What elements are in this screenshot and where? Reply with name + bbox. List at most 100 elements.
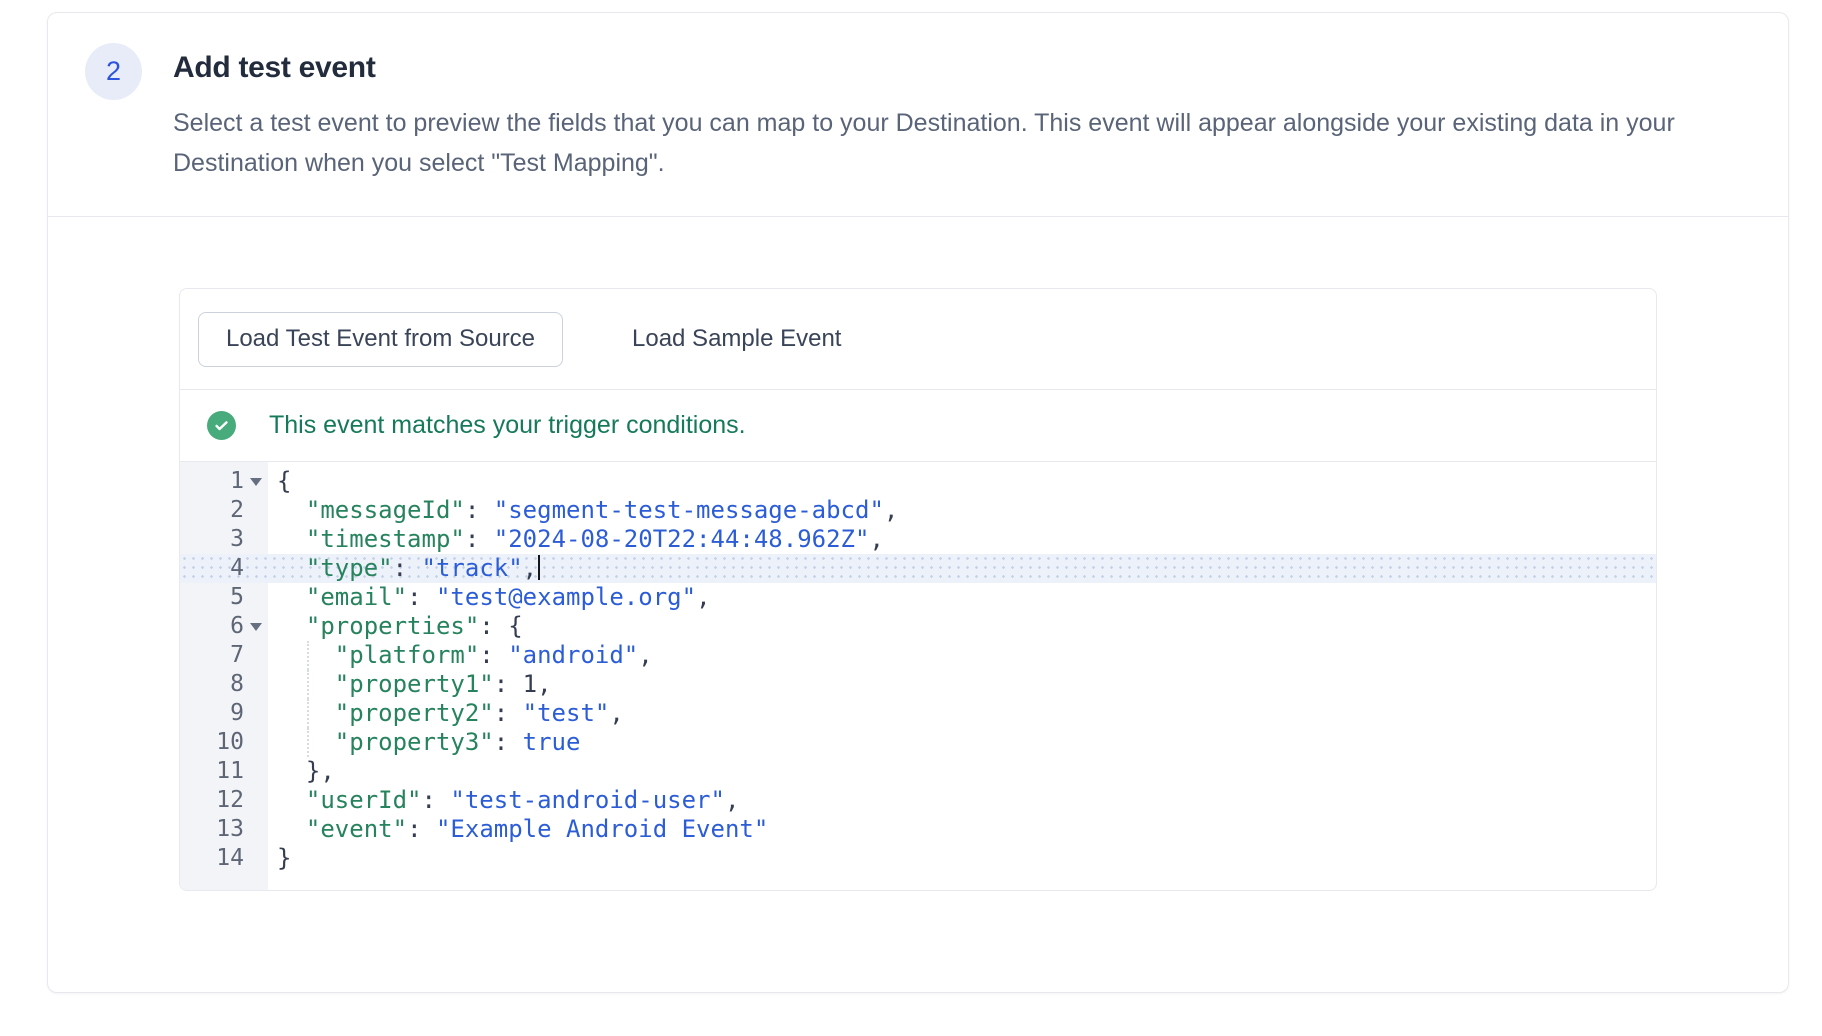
fold-cell: [244, 583, 268, 612]
code-token: "event": [306, 815, 407, 843]
code-token: ,: [725, 786, 739, 814]
step-header: 2 Add test event Select a test event to …: [48, 13, 1788, 216]
code-token: :: [494, 670, 523, 698]
code-token: "properties": [306, 612, 479, 640]
code-token: "2024-08-20T22:44:48.962Z": [494, 525, 870, 553]
code-token: }: [277, 844, 291, 872]
code-token: },: [277, 757, 335, 785]
code-line-content: "event": "Example Android Event": [268, 815, 768, 844]
code-token: ,: [884, 496, 898, 524]
step-number: 2: [106, 56, 121, 87]
code-token: :: [494, 728, 523, 756]
code-token: :: [465, 525, 494, 553]
code-line[interactable]: 2 "messageId": "segment-test-message-abc…: [180, 496, 1656, 525]
header-divider: [48, 216, 1788, 217]
fold-cell: [244, 757, 268, 786]
code-token: ,: [523, 554, 537, 582]
code-token: [277, 554, 306, 582]
code-line-content: "property3": true: [268, 728, 580, 757]
code-token: [277, 583, 306, 611]
code-line[interactable]: 14}: [180, 844, 1656, 873]
code-token: {: [277, 467, 291, 495]
code-token: "timestamp": [306, 525, 465, 553]
code-token: 1: [523, 670, 537, 698]
page-title: Add test event: [173, 51, 376, 85]
test-event-panel: Load Test Event from Source Load Sample …: [179, 288, 1657, 891]
code-token: [277, 670, 335, 698]
code-line[interactable]: 1{: [180, 467, 1656, 496]
code-line-content: "userId": "test-android-user",: [268, 786, 739, 815]
fold-arrow-icon[interactable]: [250, 478, 262, 486]
line-number: 9: [180, 699, 244, 728]
code-token: [277, 699, 335, 727]
code-token: [277, 815, 306, 843]
code-line[interactable]: 8 "property1": 1,: [180, 670, 1656, 699]
code-line-content: "type": "track",: [268, 554, 540, 583]
code-token: :: [479, 641, 508, 669]
code-editor[interactable]: 1{2 "messageId": "segment-test-message-a…: [180, 462, 1656, 890]
fold-cell: [244, 467, 268, 496]
code-token: "track": [422, 554, 523, 582]
step-number-badge: 2: [85, 43, 142, 100]
code-token: "android": [508, 641, 638, 669]
code-line-content: "timestamp": "2024-08-20T22:44:48.962Z",: [268, 525, 884, 554]
code-line[interactable]: 4 "type": "track",: [180, 554, 1656, 583]
code-token: "email": [306, 583, 407, 611]
code-line[interactable]: 7 "platform": "android",: [180, 641, 1656, 670]
code-line[interactable]: 10 "property3": true: [180, 728, 1656, 757]
line-number: 1: [180, 467, 244, 496]
load-sample-event-button[interactable]: Load Sample Event: [626, 312, 847, 367]
code-line[interactable]: 11 },: [180, 757, 1656, 786]
code-line-content: "email": "test@example.org",: [268, 583, 711, 612]
code-token: [277, 728, 335, 756]
code-line[interactable]: 3 "timestamp": "2024-08-20T22:44:48.962Z…: [180, 525, 1656, 554]
code-token: [277, 612, 306, 640]
code-token: ,: [869, 525, 883, 553]
code-token: :: [422, 786, 451, 814]
event-source-toolbar: Load Test Event from Source Load Sample …: [180, 289, 1656, 389]
load-test-event-button[interactable]: Load Test Event from Source: [198, 312, 563, 367]
code-token: "messageId": [306, 496, 465, 524]
code-token: "test": [523, 699, 610, 727]
code-line[interactable]: 9 "property2": "test",: [180, 699, 1656, 728]
code-token: "property2": [335, 699, 494, 727]
line-number: 3: [180, 525, 244, 554]
step-description: Select a test event to preview the field…: [173, 103, 1773, 183]
line-number: 7: [180, 641, 244, 670]
fold-cell: [244, 554, 268, 583]
code-line[interactable]: 12 "userId": "test-android-user",: [180, 786, 1656, 815]
code-token: true: [523, 728, 581, 756]
fold-cell: [244, 525, 268, 554]
code-token: :: [494, 699, 523, 727]
code-line[interactable]: 5 "email": "test@example.org",: [180, 583, 1656, 612]
code-token: ,: [609, 699, 623, 727]
code-token: "property3": [335, 728, 494, 756]
fold-cell: [244, 641, 268, 670]
code-token: :: [479, 612, 508, 640]
code-token: :: [393, 554, 422, 582]
fold-arrow-icon[interactable]: [250, 623, 262, 631]
fold-cell: [244, 670, 268, 699]
fold-cell: [244, 786, 268, 815]
trigger-match-status: This event matches your trigger conditio…: [180, 390, 1656, 461]
code-token: :: [465, 496, 494, 524]
code-line-content: "properties": {: [268, 612, 523, 641]
code-line-content: },: [268, 757, 335, 786]
code-line[interactable]: 13 "event": "Example Android Event": [180, 815, 1656, 844]
code-line-content: "property1": 1,: [268, 670, 552, 699]
line-number: 6: [180, 612, 244, 641]
status-message: This event matches your trigger conditio…: [269, 411, 746, 440]
code-line-content: "platform": "android",: [268, 641, 653, 670]
code-line[interactable]: 6 "properties": {: [180, 612, 1656, 641]
line-number: 5: [180, 583, 244, 612]
code-token: "Example Android Event": [436, 815, 768, 843]
code-token: [277, 525, 306, 553]
line-number: 4: [180, 554, 244, 583]
code-token: "test@example.org": [436, 583, 696, 611]
code-token: {: [508, 612, 522, 640]
success-check-icon: [207, 411, 236, 440]
code-token: "segment-test-message-abcd": [494, 496, 884, 524]
line-number: 2: [180, 496, 244, 525]
fold-cell: [244, 612, 268, 641]
code-token: "property1": [335, 670, 494, 698]
